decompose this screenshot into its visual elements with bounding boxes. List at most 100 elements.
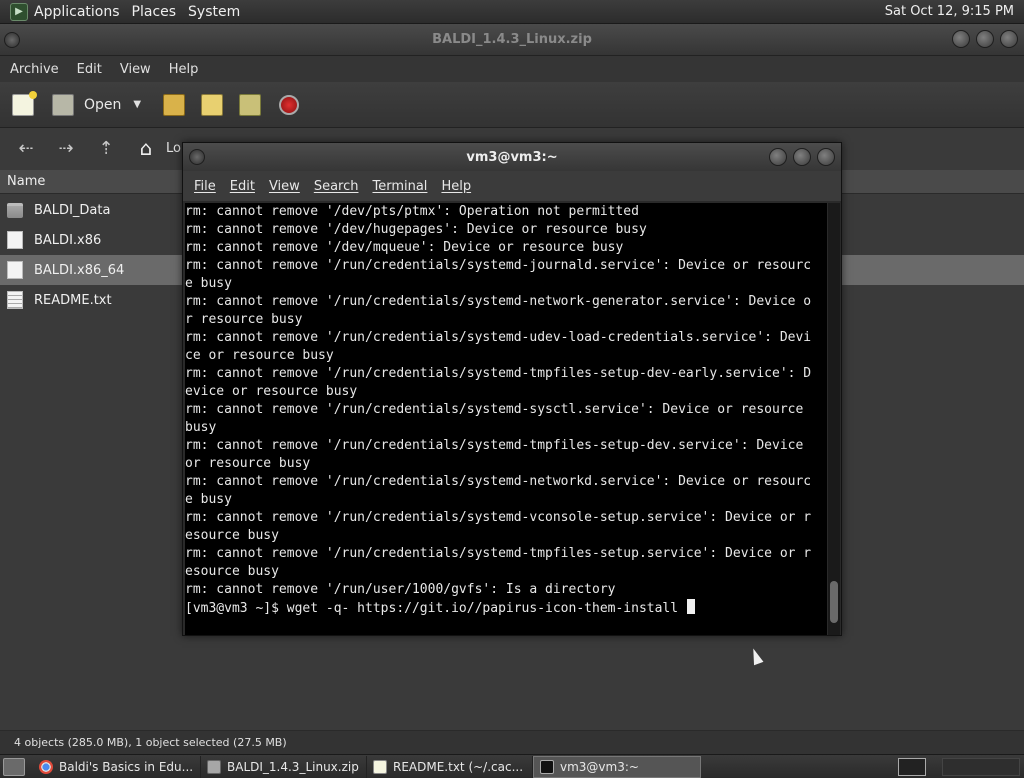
location-label: Lo <box>166 140 181 156</box>
terminal-line: rm: cannot remove '/run/credentials/syst… <box>185 438 804 453</box>
terminal-window: vm3@vm3:~ File Edit View Search Terminal… <box>182 142 842 636</box>
panel-clock[interactable]: Sat Oct 12, 9:15 PM <box>885 4 1014 19</box>
terminal-prompt-line[interactable]: [vm3@vm3 ~]$ wget -q- https://git.io//pa… <box>185 599 827 617</box>
terminal-line: busy <box>185 420 217 435</box>
term-menu-edit[interactable]: Edit <box>230 179 255 194</box>
menu-view[interactable]: View <box>120 62 151 77</box>
terminal-line: rm: cannot remove '/run/credentials/syst… <box>185 510 812 525</box>
terminal-line: rm: cannot remove '/run/credentials/syst… <box>185 258 812 273</box>
terminal-cursor <box>686 599 695 614</box>
task-text-editor[interactable]: README.txt (~/.cac... <box>367 755 533 778</box>
file-icon <box>7 261 23 279</box>
maximize-button[interactable] <box>976 30 994 48</box>
archive-window-controls <box>952 30 1018 48</box>
file-icon <box>7 231 23 249</box>
menu-archive[interactable]: Archive <box>10 62 59 77</box>
terminal-scrollbar[interactable] <box>828 203 840 635</box>
task-label: BALDI_1.4.3_Linux.zip <box>227 759 359 774</box>
file-name: BALDI_Data <box>34 202 111 218</box>
terminal-output[interactable]: rm: cannot remove '/dev/pts/ptmx': Opera… <box>185 203 827 635</box>
open-button[interactable]: Open <box>84 97 121 113</box>
chrome-icon <box>39 759 53 774</box>
term-menu-search[interactable]: Search <box>314 179 359 194</box>
terminal-line: r resource busy <box>185 312 303 327</box>
term-menu-help[interactable]: Help <box>441 179 471 194</box>
task-archive-manager[interactable]: BALDI_1.4.3_Linux.zip <box>201 755 367 778</box>
add-folder-icon[interactable] <box>239 93 262 116</box>
terminal-icon <box>540 759 554 774</box>
open-archive-icon[interactable] <box>52 93 74 116</box>
show-desktop-icon[interactable] <box>3 757 25 776</box>
archive-toolbar: Open ▼ <box>0 82 1024 128</box>
terminal-line: e busy <box>185 492 232 507</box>
terminal-line: rm: cannot remove '/run/credentials/syst… <box>185 366 812 381</box>
terminal-title: vm3@vm3:~ <box>466 150 558 165</box>
archive-statusbar: 4 objects (285.0 MB), 1 object selected … <box>0 730 1024 754</box>
task-label: vm3@vm3:~ <box>560 759 639 774</box>
file-name: BALDI.x86 <box>34 232 102 248</box>
minimize-button[interactable] <box>769 148 787 166</box>
text-file-icon <box>7 291 23 309</box>
stop-icon[interactable] <box>279 94 300 115</box>
task-terminal[interactable]: vm3@vm3:~ <box>533 755 701 778</box>
status-text: 4 objects (285.0 MB), 1 object selected … <box>14 736 287 749</box>
panel-menu-system[interactable]: System <box>184 4 248 20</box>
terminal-line: rm: cannot remove '/run/credentials/syst… <box>185 294 812 309</box>
terminal-line: evice or resource busy <box>185 384 358 399</box>
task-browser[interactable]: Baldi's Basics in Edu... <box>33 755 201 778</box>
column-header-name[interactable]: Name <box>7 174 45 189</box>
panel-menu-applications[interactable]: Applications <box>34 4 128 20</box>
term-menu-file[interactable]: File <box>194 179 216 194</box>
terminal-line: rm: cannot remove '/run/credentials/syst… <box>185 474 812 489</box>
minimize-button[interactable] <box>952 30 970 48</box>
up-arrow-icon[interactable]: ⇡ <box>92 138 120 159</box>
maximize-button[interactable] <box>793 148 811 166</box>
terminal-line: rm: cannot remove '/run/credentials/syst… <box>185 402 804 417</box>
menu-help[interactable]: Help <box>169 62 199 77</box>
menu-edit[interactable]: Edit <box>77 62 102 77</box>
close-button[interactable] <box>1000 30 1018 48</box>
terminal-line: rm: cannot remove '/run/credentials/syst… <box>185 330 812 345</box>
terminal-menubar: File Edit View Search Terminal Help <box>183 171 841 201</box>
archive-menubar: Archive Edit View Help <box>0 56 1024 82</box>
terminal-line: or resource busy <box>185 456 311 471</box>
file-name: README.txt <box>34 292 112 308</box>
terminal-line: esource busy <box>185 528 279 543</box>
term-menu-view[interactable]: View <box>269 179 300 194</box>
folder-icon <box>7 202 23 218</box>
terminal-line: rm: cannot remove '/run/user/1000/gvfs':… <box>185 582 616 597</box>
terminal-line: ce or resource busy <box>185 348 334 363</box>
terminal-line: rm: cannot remove '/dev/mqueue': Device … <box>185 240 624 255</box>
file-name: BALDI.x86_64 <box>34 262 125 278</box>
bottom-taskbar: Baldi's Basics in Edu... BALDI_1.4.3_Lin… <box>0 754 1024 778</box>
close-button[interactable] <box>817 148 835 166</box>
distro-logo-icon[interactable]: ▶ <box>10 2 28 21</box>
panel-menu-places[interactable]: Places <box>128 4 185 20</box>
terminal-line: esource busy <box>185 564 279 579</box>
back-arrow-icon[interactable]: ⇠ <box>12 138 40 159</box>
add-files-icon[interactable] <box>201 93 224 116</box>
terminal-line: rm: cannot remove '/dev/hugepages': Devi… <box>185 222 647 237</box>
system-tray <box>942 758 1020 776</box>
top-panel: ▶ Applications Places System Sat Oct 12,… <box>0 0 1024 24</box>
task-label: Baldi's Basics in Edu... <box>59 759 194 774</box>
archive-icon <box>207 759 221 774</box>
terminal-line: e busy <box>185 276 232 291</box>
mouse-pointer-icon <box>748 646 764 666</box>
text-editor-icon <box>373 759 387 774</box>
terminal-line: rm: cannot remove '/dev/pts/ptmx': Opera… <box>185 204 639 219</box>
terminal-prompt: [vm3@vm3 ~]$ wget -q- https://git.io//pa… <box>185 601 686 616</box>
task-label: README.txt (~/.cac... <box>393 759 524 774</box>
new-archive-icon[interactable] <box>12 90 37 116</box>
terminal-titlebar[interactable]: vm3@vm3:~ <box>183 143 841 171</box>
extract-icon[interactable] <box>163 93 186 116</box>
home-icon[interactable]: ⌂ <box>132 136 160 160</box>
archive-window-titlebar[interactable]: BALDI_1.4.3_Linux.zip <box>0 24 1024 56</box>
terminal-scrollbar-thumb[interactable] <box>830 581 838 623</box>
term-menu-terminal[interactable]: Terminal <box>372 179 427 194</box>
open-recent-dropdown-icon[interactable]: ▼ <box>133 99 141 110</box>
archive-window-title: BALDI_1.4.3_Linux.zip <box>432 32 592 47</box>
terminal-window-controls <box>769 148 835 166</box>
forward-arrow-icon[interactable]: ⇢ <box>52 138 80 159</box>
workspace-switcher[interactable] <box>898 758 926 776</box>
